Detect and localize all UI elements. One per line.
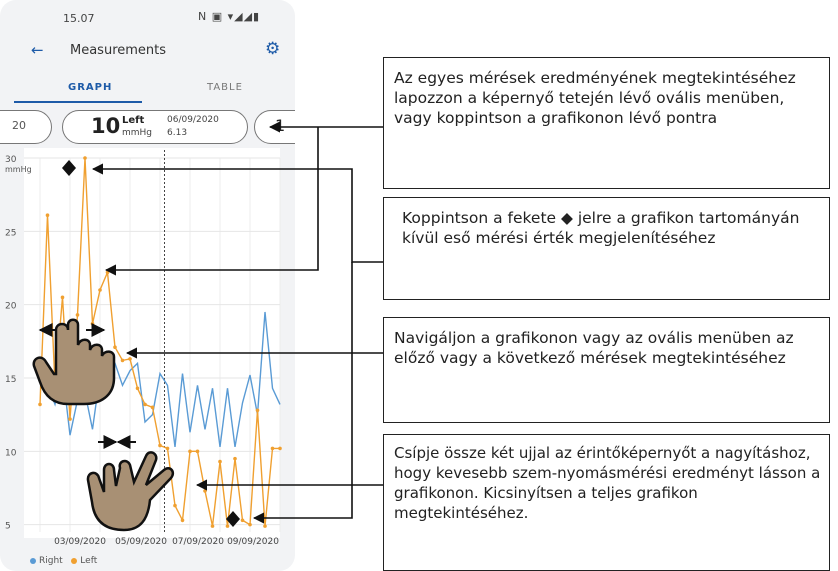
callout-pinch-zoom: Csípje össze két ujjal az érintőképernyő… [383, 434, 830, 571]
callout-2-arrow-top-marker [91, 163, 383, 263]
pinch-hand-gesture [86, 435, 175, 532]
callout-swipe-pills: Az egyes mérések eredményének megtekinté… [383, 57, 830, 189]
callout-1-arrow-point [104, 127, 319, 276]
callout-navigate: Navigáljon a grafikonon vagy az ovális m… [383, 317, 830, 423]
swipe-hand-gesture [32, 318, 116, 406]
callout-2-arrow-bottom-marker [252, 262, 353, 524]
callout-out-of-range-marker: Koppintson a fekete ◆ jelre a grafikon t… [383, 197, 830, 300]
